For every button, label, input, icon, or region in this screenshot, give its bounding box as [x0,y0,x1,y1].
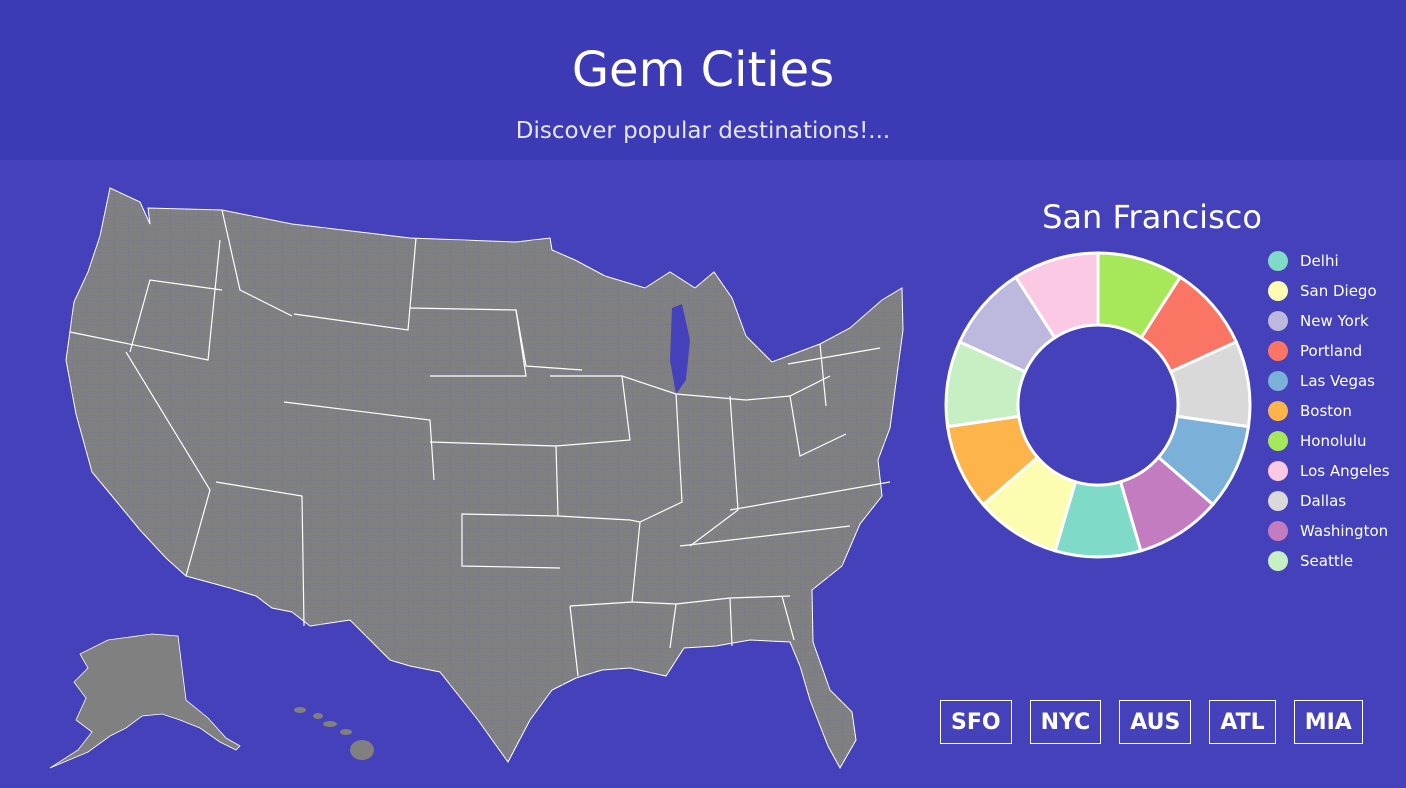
legend-item: Boston [1268,396,1406,426]
legend-swatch [1268,461,1288,481]
legend-label: New York [1300,312,1369,330]
map-land-alaska [49,633,241,769]
legend-swatch [1268,551,1288,571]
legend-label: Portland [1300,342,1363,360]
legend-item: Las Vegas [1268,366,1406,396]
legend-swatch [1268,521,1288,541]
legend-swatch [1268,341,1288,361]
donut-chart[interactable] [938,245,1258,565]
map-land-hawaii [294,707,374,760]
legend-item: New York [1268,306,1406,336]
legend-swatch [1268,251,1288,271]
legend-swatch [1268,431,1288,451]
legend-swatch [1268,491,1288,511]
legend-label: Delhi [1300,252,1339,270]
legend-label: Dallas [1300,492,1347,510]
legend-swatch [1268,401,1288,421]
city-button-nyc[interactable]: NYC [1029,700,1102,744]
legend-item: Delhi [1268,246,1406,276]
city-button-aus[interactable]: AUS [1119,700,1192,744]
legend-item: Honolulu [1268,426,1406,456]
city-button-bar: SFO NYC AUS ATL MIA [940,700,1381,744]
legend-label: Washington [1300,522,1389,540]
legend-label: Seattle [1300,552,1354,570]
city-button-mia[interactable]: MIA [1293,700,1363,744]
legend-swatch [1268,311,1288,331]
legend-item: Dallas [1268,486,1406,516]
legend-item: Los Angeles [1268,456,1406,486]
legend-label: Honolulu [1300,432,1367,450]
legend-item: Washington [1268,516,1406,546]
legend-swatch [1268,281,1288,301]
legend-item: Portland [1268,336,1406,366]
legend-label: San Diego [1300,282,1377,300]
chart-title: San Francisco [1042,198,1262,236]
legend-item: Seattle [1268,546,1406,576]
legend-label: Las Vegas [1300,372,1375,390]
county-grid [66,188,903,768]
legend-swatch [1268,371,1288,391]
city-button-sfo[interactable]: SFO [940,700,1012,744]
page-header: Gem Cities Discover popular destinations… [0,0,1406,160]
legend-item: San Diego [1268,276,1406,306]
legend-label: Los Angeles [1300,462,1390,480]
us-county-map[interactable] [30,180,920,780]
city-button-atl[interactable]: ATL [1209,700,1276,744]
page-subtitle: Discover popular destinations!... [515,118,891,144]
us-map-svg[interactable] [30,180,920,780]
page-title: Gem Cities [571,42,835,98]
legend-label: Boston [1300,402,1352,420]
chart-legend: Delhi San Diego New York Portland Las Vegas B… [1268,246,1406,576]
